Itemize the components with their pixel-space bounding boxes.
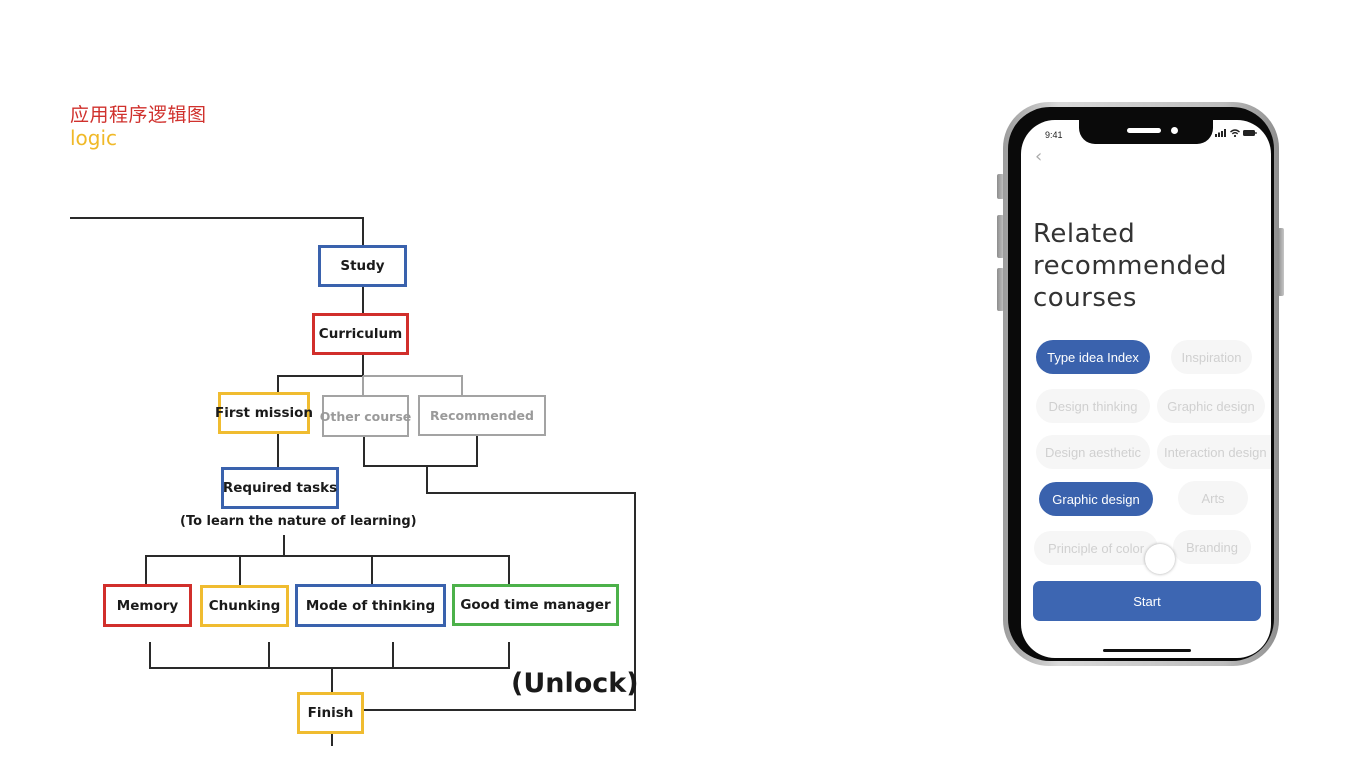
chip-graphic-design[interactable]: Graphic design [1157,389,1265,423]
status-time: 9:41 [1045,130,1063,140]
connector-other-recommended-join [363,436,478,467]
connector-to-recommended [363,375,463,395]
wifi-icon [1230,129,1240,137]
home-indicator[interactable] [1103,649,1191,652]
node-good-time-manager: Good time manager [452,584,619,626]
chip-inspiration[interactable]: Inspiration [1171,340,1252,374]
node-recommended: Recommended [418,395,546,436]
phone-screen: 9:41 ‹ Related recommended courses Type … [1021,120,1271,658]
chip-design-thinking[interactable]: Design thinking [1036,389,1150,423]
chip-interaction-design[interactable]: Interaction design [1157,435,1271,469]
connector-to-first-mission [277,375,363,393]
node-study: Study [318,245,407,287]
phone-bezel: 9:41 ‹ Related recommended courses Type … [1008,107,1274,661]
phone-notch [1079,120,1213,144]
chip-type-idea-index[interactable]: Type idea Index [1036,340,1150,374]
node-mode-of-thinking: Mode of thinking [295,584,446,627]
chip-design-aesthetic[interactable]: Design aesthetic [1036,435,1150,469]
connector-tasks-branch [145,555,510,585]
chip-branding[interactable]: Branding [1173,530,1251,564]
status-icons [1215,129,1257,137]
back-chevron-icon[interactable]: ‹ [1035,146,1042,167]
screen-headline: Related recommended courses [1033,219,1227,313]
camera-icon [1171,127,1178,134]
chip-principle-of-color[interactable]: Principle of color [1034,531,1158,565]
connector-entry-to-study [70,217,364,246]
node-first-mission: First mission [215,392,313,434]
battery-icon [1243,130,1257,136]
start-button[interactable]: Start [1033,581,1261,621]
unlock-label: (Unlock) [511,668,639,699]
phone-mockup: 9:41 ‹ Related recommended courses Type … [1003,102,1279,666]
signal-icon [1215,129,1226,137]
speaker-icon [1127,128,1161,133]
node-finish: Finish [297,692,364,734]
node-curriculum: Curriculum [312,313,409,355]
touch-indicator-icon [1145,544,1175,574]
required-tasks-note: (To learn the nature of learning) [180,514,417,529]
node-required-tasks: Required tasks [221,467,339,509]
node-memory: Memory [103,584,192,627]
connector-tasks-merge [149,642,510,669]
node-chunking: Chunking [200,585,289,627]
node-other-course: Other course [320,395,411,437]
chip-arts[interactable]: Arts [1178,481,1248,515]
chip-graphic-design-selected[interactable]: Graphic design [1039,482,1153,516]
